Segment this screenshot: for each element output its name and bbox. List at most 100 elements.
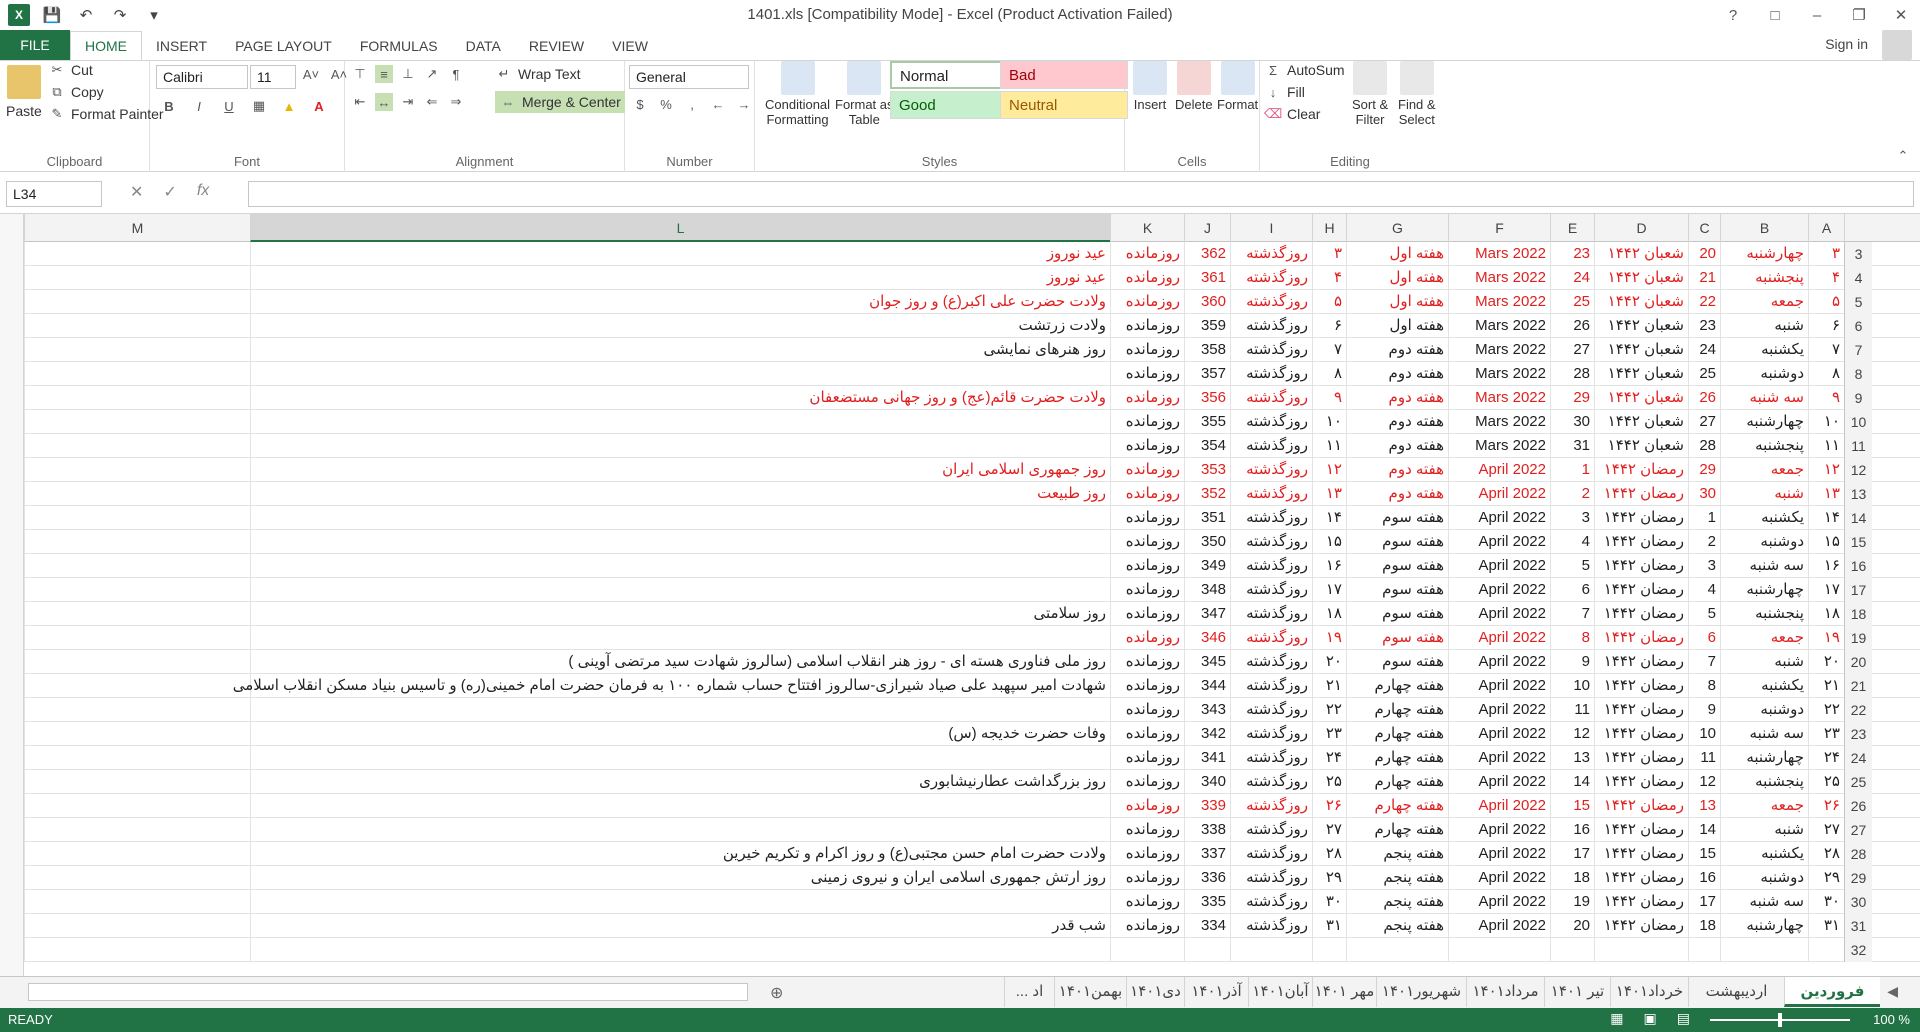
borders-icon[interactable]: ▦: [250, 97, 268, 115]
cell-a[interactable]: ۱۶: [1808, 554, 1844, 578]
paste-button[interactable]: Paste: [6, 65, 42, 119]
bold-button[interactable]: B: [160, 97, 178, 115]
help-icon[interactable]: ?: [1720, 3, 1746, 27]
cell-j[interactable]: 349: [1184, 554, 1230, 578]
align-center-icon[interactable]: ↔: [375, 93, 393, 111]
cell-c[interactable]: 21: [1688, 266, 1720, 290]
cell-d[interactable]: شعبان ۱۴۴۲: [1594, 290, 1688, 314]
align-right-icon[interactable]: ⇥: [399, 93, 417, 111]
cell-i[interactable]: روزگذشته: [1230, 338, 1312, 362]
restore-icon[interactable]: ❐: [1846, 3, 1872, 27]
cell-f[interactable]: 2022 April: [1448, 650, 1550, 674]
cell-f[interactable]: 2022 Mars: [1448, 338, 1550, 362]
format-as-table-button[interactable]: Format as Table: [835, 61, 894, 127]
cell-j[interactable]: 353: [1184, 458, 1230, 482]
cell-l[interactable]: عید نوروز: [250, 242, 1110, 266]
row-header[interactable]: 19: [1844, 626, 1872, 650]
column-header-c[interactable]: C: [1688, 214, 1720, 242]
save-icon[interactable]: 💾: [40, 3, 64, 27]
cell-i[interactable]: روزگذشته: [1230, 434, 1312, 458]
fill-button[interactable]: ↓ Fill: [1264, 83, 1305, 101]
cell-l[interactable]: ولادت حضرت قائم(عج) و روز جهانی مستضعفان: [250, 386, 1110, 410]
cell-h[interactable]: ۱۶: [1312, 554, 1346, 578]
row-header[interactable]: 5: [1844, 290, 1872, 314]
cell-c[interactable]: 2: [1688, 530, 1720, 554]
cell-d[interactable]: رمضان ۱۴۴۲: [1594, 842, 1688, 866]
new-sheet-icon[interactable]: ⊕: [770, 983, 783, 1003]
cell-m[interactable]: [24, 434, 250, 458]
italic-button[interactable]: I: [190, 97, 208, 115]
cell-h[interactable]: ۳۱: [1312, 914, 1346, 938]
cell-m[interactable]: [24, 338, 250, 362]
cell-g[interactable]: هفته چهارم: [1346, 794, 1448, 818]
cell-d[interactable]: رمضان ۱۴۴۲: [1594, 698, 1688, 722]
cell-a[interactable]: ۱۰: [1808, 410, 1844, 434]
cell-c[interactable]: 8: [1688, 674, 1720, 698]
decrease-decimal-icon[interactable]: →: [735, 95, 753, 113]
cell-l[interactable]: [250, 434, 1110, 458]
cell-b[interactable]: سه شنبه: [1720, 554, 1808, 578]
cell-g[interactable]: هفته چهارم: [1346, 674, 1448, 698]
cell-c[interactable]: 4: [1688, 578, 1720, 602]
cell-c[interactable]: 22: [1688, 290, 1720, 314]
cell-a[interactable]: ۲۹: [1808, 866, 1844, 890]
cell-m[interactable]: [24, 482, 250, 506]
cell-e[interactable]: 17: [1550, 842, 1594, 866]
cell-c[interactable]: 27: [1688, 410, 1720, 434]
cell-e[interactable]: [1550, 938, 1594, 962]
cell-d[interactable]: شعبان ۱۴۴۲: [1594, 434, 1688, 458]
style-bad[interactable]: Bad: [1000, 61, 1128, 89]
sheet-tab[interactable]: اد ...: [1004, 977, 1054, 1007]
cell-i[interactable]: روزگذشته: [1230, 506, 1312, 530]
cell-h[interactable]: ۱۴: [1312, 506, 1346, 530]
cell-h[interactable]: ۴: [1312, 266, 1346, 290]
delete-cells-button[interactable]: Delete: [1175, 61, 1213, 112]
cell-k[interactable]: روزمانده: [1110, 842, 1184, 866]
sheet-tab[interactable]: اردیبهشت ۱۴۰۱: [1688, 977, 1784, 1030]
cell-c[interactable]: 15: [1688, 842, 1720, 866]
column-header-b[interactable]: B: [1720, 214, 1808, 242]
currency-icon[interactable]: $: [631, 95, 649, 113]
cell-i[interactable]: روزگذشته: [1230, 266, 1312, 290]
cell-i[interactable]: روزگذشته: [1230, 722, 1312, 746]
cell-g[interactable]: هفته چهارم: [1346, 818, 1448, 842]
row-header[interactable]: 6: [1844, 314, 1872, 338]
sheet-tab[interactable]: تیر ۱۴۰۱: [1544, 977, 1610, 1007]
column-header-g[interactable]: G: [1346, 214, 1448, 242]
cell-k[interactable]: روزمانده: [1110, 314, 1184, 338]
cell-c[interactable]: 28: [1688, 434, 1720, 458]
cell-g[interactable]: هفته دوم: [1346, 362, 1448, 386]
cell-e[interactable]: 24: [1550, 266, 1594, 290]
cell-f[interactable]: 2022 April: [1448, 890, 1550, 914]
cell-i[interactable]: [1230, 938, 1312, 962]
cell-f[interactable]: 2022 Mars: [1448, 434, 1550, 458]
tab-view[interactable]: VIEW: [598, 32, 662, 60]
cell-f[interactable]: 2022 April: [1448, 482, 1550, 506]
cell-i[interactable]: روزگذشته: [1230, 746, 1312, 770]
cell-j[interactable]: 361: [1184, 266, 1230, 290]
cell-h[interactable]: ۱۳: [1312, 482, 1346, 506]
row-header[interactable]: 17: [1844, 578, 1872, 602]
cell-m[interactable]: [24, 890, 250, 914]
cell-c[interactable]: 25: [1688, 362, 1720, 386]
style-normal[interactable]: Normal: [890, 61, 1018, 89]
cell-i[interactable]: روزگذشته: [1230, 602, 1312, 626]
cell-l[interactable]: شب قدر: [250, 914, 1110, 938]
cell-c[interactable]: 18: [1688, 914, 1720, 938]
cell-k[interactable]: روزمانده: [1110, 482, 1184, 506]
cell-e[interactable]: 27: [1550, 338, 1594, 362]
increase-decimal-icon[interactable]: ←: [709, 95, 727, 113]
cell-c[interactable]: 12: [1688, 770, 1720, 794]
cell-d[interactable]: رمضان ۱۴۴۲: [1594, 794, 1688, 818]
cell-l[interactable]: ولادت زرتشت: [250, 314, 1110, 338]
row-header[interactable]: 22: [1844, 698, 1872, 722]
cell-i[interactable]: روزگذشته: [1230, 818, 1312, 842]
cell-g[interactable]: هفته دوم: [1346, 458, 1448, 482]
tab-home[interactable]: HOME: [70, 31, 142, 61]
cell-e[interactable]: 2: [1550, 482, 1594, 506]
tab-review[interactable]: REVIEW: [515, 32, 598, 60]
cell-d[interactable]: شعبان ۱۴۴۲: [1594, 242, 1688, 266]
cell-d[interactable]: رمضان ۱۴۴۲: [1594, 626, 1688, 650]
sheet-tab[interactable]: آبان۱۴۰۱: [1248, 977, 1312, 1007]
align-bottom-icon[interactable]: ⊥: [399, 65, 417, 83]
